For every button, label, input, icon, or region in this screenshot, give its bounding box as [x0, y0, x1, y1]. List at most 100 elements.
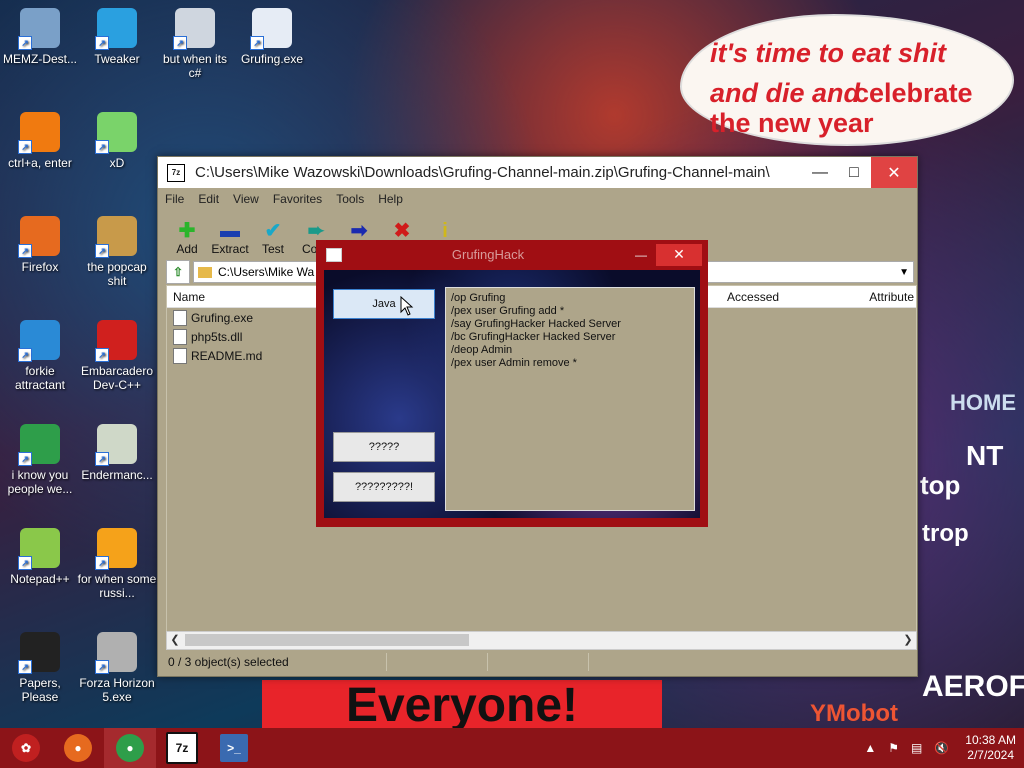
md-file-icon	[173, 347, 187, 364]
shortcut-arrow-icon: ↗	[95, 348, 109, 362]
papers-please-icon: ↗	[18, 632, 60, 674]
menu-file[interactable]: File	[158, 192, 191, 206]
menu-favorites[interactable]: Favorites	[266, 192, 329, 206]
commands-textbox[interactable]: /op Grufing /pex user Grufing add * /say…	[445, 287, 695, 511]
desktop-icon[interactable]: ↗ Tweaker	[77, 8, 157, 66]
desktop-icon-label: i know you people we...	[7, 468, 73, 496]
desktop-icon[interactable]: ↗ xD	[77, 112, 157, 170]
notepadpp-icon: ↗	[18, 528, 60, 570]
file-name: Grufing.exe	[191, 310, 254, 325]
minimize-icon[interactable]: —	[626, 248, 656, 262]
column-attributes[interactable]: Attribute	[826, 290, 916, 304]
bubble-line-1: it's time to eat shit	[710, 38, 946, 68]
menu-help[interactable]: Help	[371, 192, 410, 206]
taskbar-item[interactable]: >_	[208, 728, 260, 768]
menu-tools[interactable]: Tools	[329, 192, 371, 206]
status-cell	[588, 653, 689, 671]
flag-icon[interactable]: ⚑	[888, 741, 899, 755]
clock-date: 2/7/2024	[967, 748, 1014, 762]
desktop-icon[interactable]: ↗ Embarcadero Dev-C++	[77, 320, 157, 392]
flash-icon: ↗	[95, 632, 137, 674]
shortcut-arrow-icon: ↗	[95, 660, 109, 674]
desktop-icon[interactable]: ↗ i know you people we...	[0, 424, 80, 496]
selection-status: 0 / 3 object(s) selected	[168, 655, 289, 669]
taskbar-item[interactable]: ●	[104, 728, 156, 768]
desktop-icon[interactable]: ↗ Endermanc...	[77, 424, 157, 482]
desktop-icon[interactable]: ↗ Papers, Please	[0, 632, 80, 704]
desktop-icon-label: the popcap shit	[87, 260, 147, 288]
desktop-icon-label: MEMZ-Dest...	[3, 52, 77, 66]
scroll-right-icon[interactable]: ❯	[900, 632, 916, 649]
desktop-icon[interactable]: ↗ Firefox	[0, 216, 80, 274]
toolbar-test-button[interactable]: ✔ Test	[252, 220, 294, 260]
close-icon[interactable]: ✕	[871, 157, 917, 188]
minimize-icon[interactable]: —	[803, 164, 837, 182]
7zip-window-title: C:\Users\Mike Wazowski\Downloads\Grufing…	[195, 164, 770, 181]
desktop-icon[interactable]: ↗ ctrl+a, enter	[0, 112, 80, 170]
chevron-down-icon[interactable]: ▼	[899, 267, 909, 278]
bubble-line-4: the new year	[710, 108, 874, 138]
desktop-icon[interactable]: ↗ but when its c#	[155, 8, 235, 80]
shortcut-arrow-icon: ↗	[18, 244, 32, 258]
ring-icon: ↗	[18, 112, 60, 154]
desktop-icon-label: Grufing.exe	[240, 52, 304, 66]
desktop-icon[interactable]: ↗ Notepad++	[0, 528, 80, 586]
taskbar-item[interactable]: 7z	[156, 728, 208, 768]
toolbar-extract-button[interactable]: ▬ Extract	[209, 220, 251, 260]
shortcut-arrow-icon: ↗	[95, 140, 109, 154]
status-bar: 0 / 3 object(s) selected	[166, 651, 915, 673]
info-icon: i	[442, 220, 448, 242]
java-button[interactable]: Java	[333, 289, 435, 319]
maximize-icon[interactable]: □	[837, 164, 871, 182]
shortcut-arrow-icon: ↗	[18, 348, 32, 362]
clock[interactable]: 10:38 AM 2/7/2024	[965, 733, 1016, 763]
folder-icon	[198, 266, 212, 278]
question-button[interactable]: ?????	[333, 432, 435, 462]
shortcut-arrow-icon: ↗	[173, 36, 187, 50]
shortcut-arrow-icon: ↗	[18, 140, 32, 154]
chevron-up-icon[interactable]: ▲	[864, 741, 876, 755]
taskbar: ✿ ● ● 7z >_ ▲ ⚑ ▤ 🔇 10:38 AM 2/7/2024	[0, 728, 1024, 768]
7zip-titlebar[interactable]: 7z C:\Users\Mike Wazowski\Downloads\Gruf…	[158, 157, 917, 188]
grufinghack-titlebar[interactable]: GrufingHack — ✕	[316, 240, 708, 269]
hxd-icon: ↗	[95, 112, 137, 154]
desktop-icon[interactable]: ↗ Grufing.exe	[232, 8, 312, 66]
volume-muted-icon[interactable]: 🔇	[934, 741, 949, 755]
command-line: /op Grufing	[451, 292, 506, 304]
toolbar-label: Test	[261, 242, 284, 256]
7zip-menubar: File Edit View Favorites Tools Help	[158, 188, 917, 210]
desktop-icon-label: Tweaker	[94, 52, 140, 66]
toolbar-add-button[interactable]: ✚ Add	[166, 220, 208, 260]
column-accessed[interactable]: Accessed	[727, 290, 826, 304]
desktop-icon[interactable]: ↗ MEMZ-Dest...	[0, 8, 80, 66]
toolbar-label: Add	[176, 242, 198, 256]
devcpp-icon: ↗	[95, 320, 137, 362]
desktop-icon-label: xD	[109, 156, 125, 170]
up-folder-icon[interactable]: ⇧	[166, 260, 190, 284]
exe-file-icon	[173, 309, 187, 326]
shortcut-arrow-icon: ↗	[95, 556, 109, 570]
shortcut-arrow-icon: ↗	[18, 556, 32, 570]
menu-edit[interactable]: Edit	[191, 192, 226, 206]
console-app-icon: ↗	[250, 8, 292, 50]
sign-ymobot: YMobot	[810, 700, 898, 727]
desktop-icon[interactable]: ↗ the popcap shit	[77, 216, 157, 288]
question-exclaim-button[interactable]: ?????????!	[333, 472, 435, 502]
copy-arrow-icon: ➨	[307, 220, 325, 242]
desktop-icon[interactable]: ↗ for when some russi...	[77, 528, 157, 600]
horizontal-scrollbar[interactable]: ❮ ❯	[166, 631, 917, 650]
gear-icon: ↗	[95, 8, 137, 50]
taskbar-item[interactable]: ✿	[0, 728, 52, 768]
menu-view[interactable]: View	[226, 192, 266, 206]
scroll-left-icon[interactable]: ❮	[167, 632, 183, 649]
desktop-icon-label: Firefox	[21, 260, 59, 274]
mouse-pointer-icon	[400, 296, 414, 316]
delete-x-icon: ✖	[393, 220, 411, 242]
taskbar-item[interactable]: ●	[52, 728, 104, 768]
desktop-icon[interactable]: ↗ Forza Horizon 5.exe	[77, 632, 157, 704]
network-icon[interactable]: ▤	[911, 741, 922, 755]
toolbar-label: Extract	[211, 242, 249, 256]
scrollbar-thumb[interactable]	[185, 634, 469, 646]
desktop-icon[interactable]: ↗ forkie attractant	[0, 320, 80, 392]
close-icon[interactable]: ✕	[656, 243, 702, 266]
